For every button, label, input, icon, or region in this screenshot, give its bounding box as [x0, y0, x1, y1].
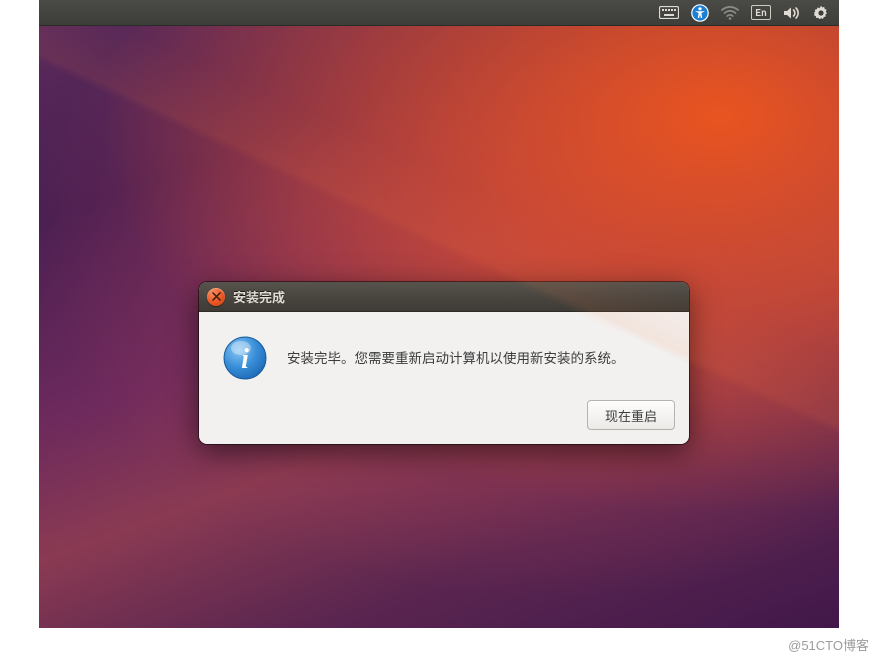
language-indicator[interactable]: En [751, 0, 771, 25]
gear-icon[interactable] [813, 0, 829, 25]
sound-icon[interactable] [783, 0, 801, 25]
desktop-wallpaper: 安装完成 i [39, 26, 839, 628]
svg-text:i: i [241, 344, 249, 375]
screen: En 安装完成 [39, 0, 839, 628]
install-complete-dialog: 安装完成 i [199, 282, 689, 444]
info-icon: i [221, 334, 269, 382]
watermark-text: @51CTO博客 [788, 635, 869, 654]
top-panel: En [39, 0, 839, 26]
dialog-title: 安装完成 [233, 287, 285, 306]
restart-now-button[interactable]: 现在重启 [587, 400, 675, 430]
close-icon[interactable] [207, 288, 225, 306]
keyboard-icon[interactable] [659, 0, 679, 25]
dialog-button-row: 现在重启 [199, 392, 689, 444]
language-badge-text: En [751, 5, 771, 20]
dialog-message: 安装完毕。您需要重新启动计算机以使用新安装的系统。 [287, 348, 625, 368]
network-icon[interactable] [721, 0, 739, 25]
accessibility-icon[interactable] [691, 0, 709, 25]
dialog-body: i 安装完毕。您需要重新启动计算机以使用新安装的系统。 [199, 312, 689, 392]
dialog-titlebar[interactable]: 安装完成 [199, 282, 689, 312]
